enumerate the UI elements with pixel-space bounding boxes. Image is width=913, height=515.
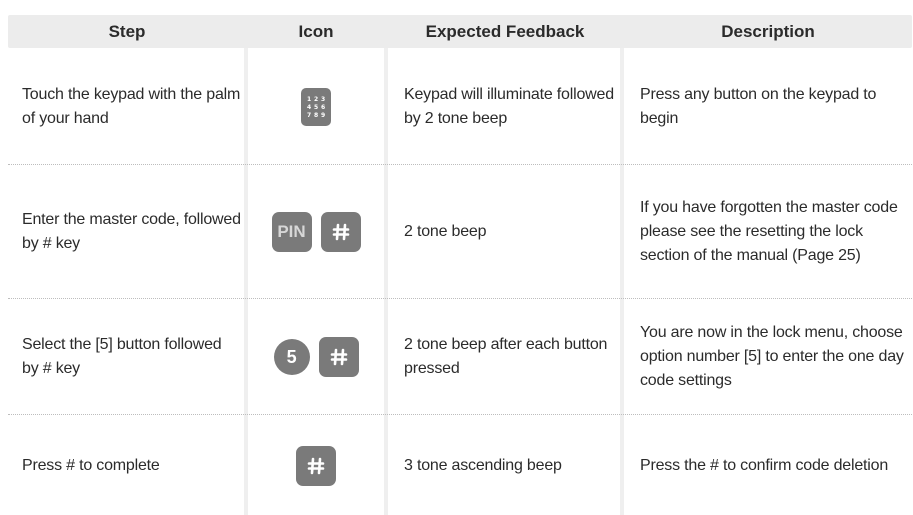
hash-key-icon <box>318 337 359 377</box>
pin-icon: PIN <box>271 212 312 252</box>
svg-text:1: 1 <box>307 96 311 103</box>
description-text: If you have forgotten the master code pl… <box>640 199 898 264</box>
svg-text:2: 2 <box>314 96 318 103</box>
svg-text:5: 5 <box>314 104 318 111</box>
svg-text:8: 8 <box>314 112 318 119</box>
feedback-text: Keypad will illuminate followed by 2 ton… <box>404 85 614 127</box>
table-row: Touch the keypad with the palm of your h… <box>8 48 912 165</box>
step-text: Press # to complete <box>22 456 160 474</box>
table-header: Step Icon Expected Feedback Description <box>8 15 912 48</box>
header-feedback: Expected Feedback <box>425 22 585 41</box>
step-text: Select the [5] button followed by # key <box>22 336 222 377</box>
header-description: Description <box>721 22 815 41</box>
number-5-label: 5 <box>286 347 297 367</box>
description-text: Press any button on the keypad to begin <box>640 85 877 127</box>
header-step: Step <box>108 22 146 41</box>
description-text: You are now in the lock menu, choose opt… <box>640 324 904 389</box>
pin-label: PIN <box>277 222 306 241</box>
step-text: Enter the master code, followed by # key <box>22 211 241 252</box>
header-icon: Icon <box>298 22 334 41</box>
feedback-text: 2 tone beep after each button pressed <box>404 336 608 377</box>
table-row: Select the [5] button followed by # key … <box>8 299 912 415</box>
svg-text:6: 6 <box>321 104 325 111</box>
instruction-table: Step Icon Expected Feedback Description … <box>8 15 912 515</box>
feedback-text: 2 tone beep <box>404 223 487 240</box>
keypad-digits: 1 2 3 4 5 6 7 8 9 <box>307 96 325 119</box>
feedback-text: 3 tone ascending beep <box>404 456 562 474</box>
step-text: Touch the keypad with the palm of your h… <box>22 85 241 127</box>
svg-text:4: 4 <box>307 104 311 111</box>
svg-text:3: 3 <box>321 96 325 103</box>
table-row: Press # to complete 3 tone ascending bee… <box>8 415 912 515</box>
keypad-icon: 1 2 3 4 5 6 7 8 9 <box>301 87 331 126</box>
table-row: Enter the master code, followed by # key… <box>8 165 912 299</box>
hash-key-icon <box>296 445 336 486</box>
hash-key-icon <box>320 212 361 252</box>
svg-text:9: 9 <box>321 112 325 119</box>
description-text: Press the # to confirm code deletion <box>640 456 889 474</box>
svg-text:7: 7 <box>307 112 311 119</box>
number-5-icon: 5 <box>273 339 310 375</box>
